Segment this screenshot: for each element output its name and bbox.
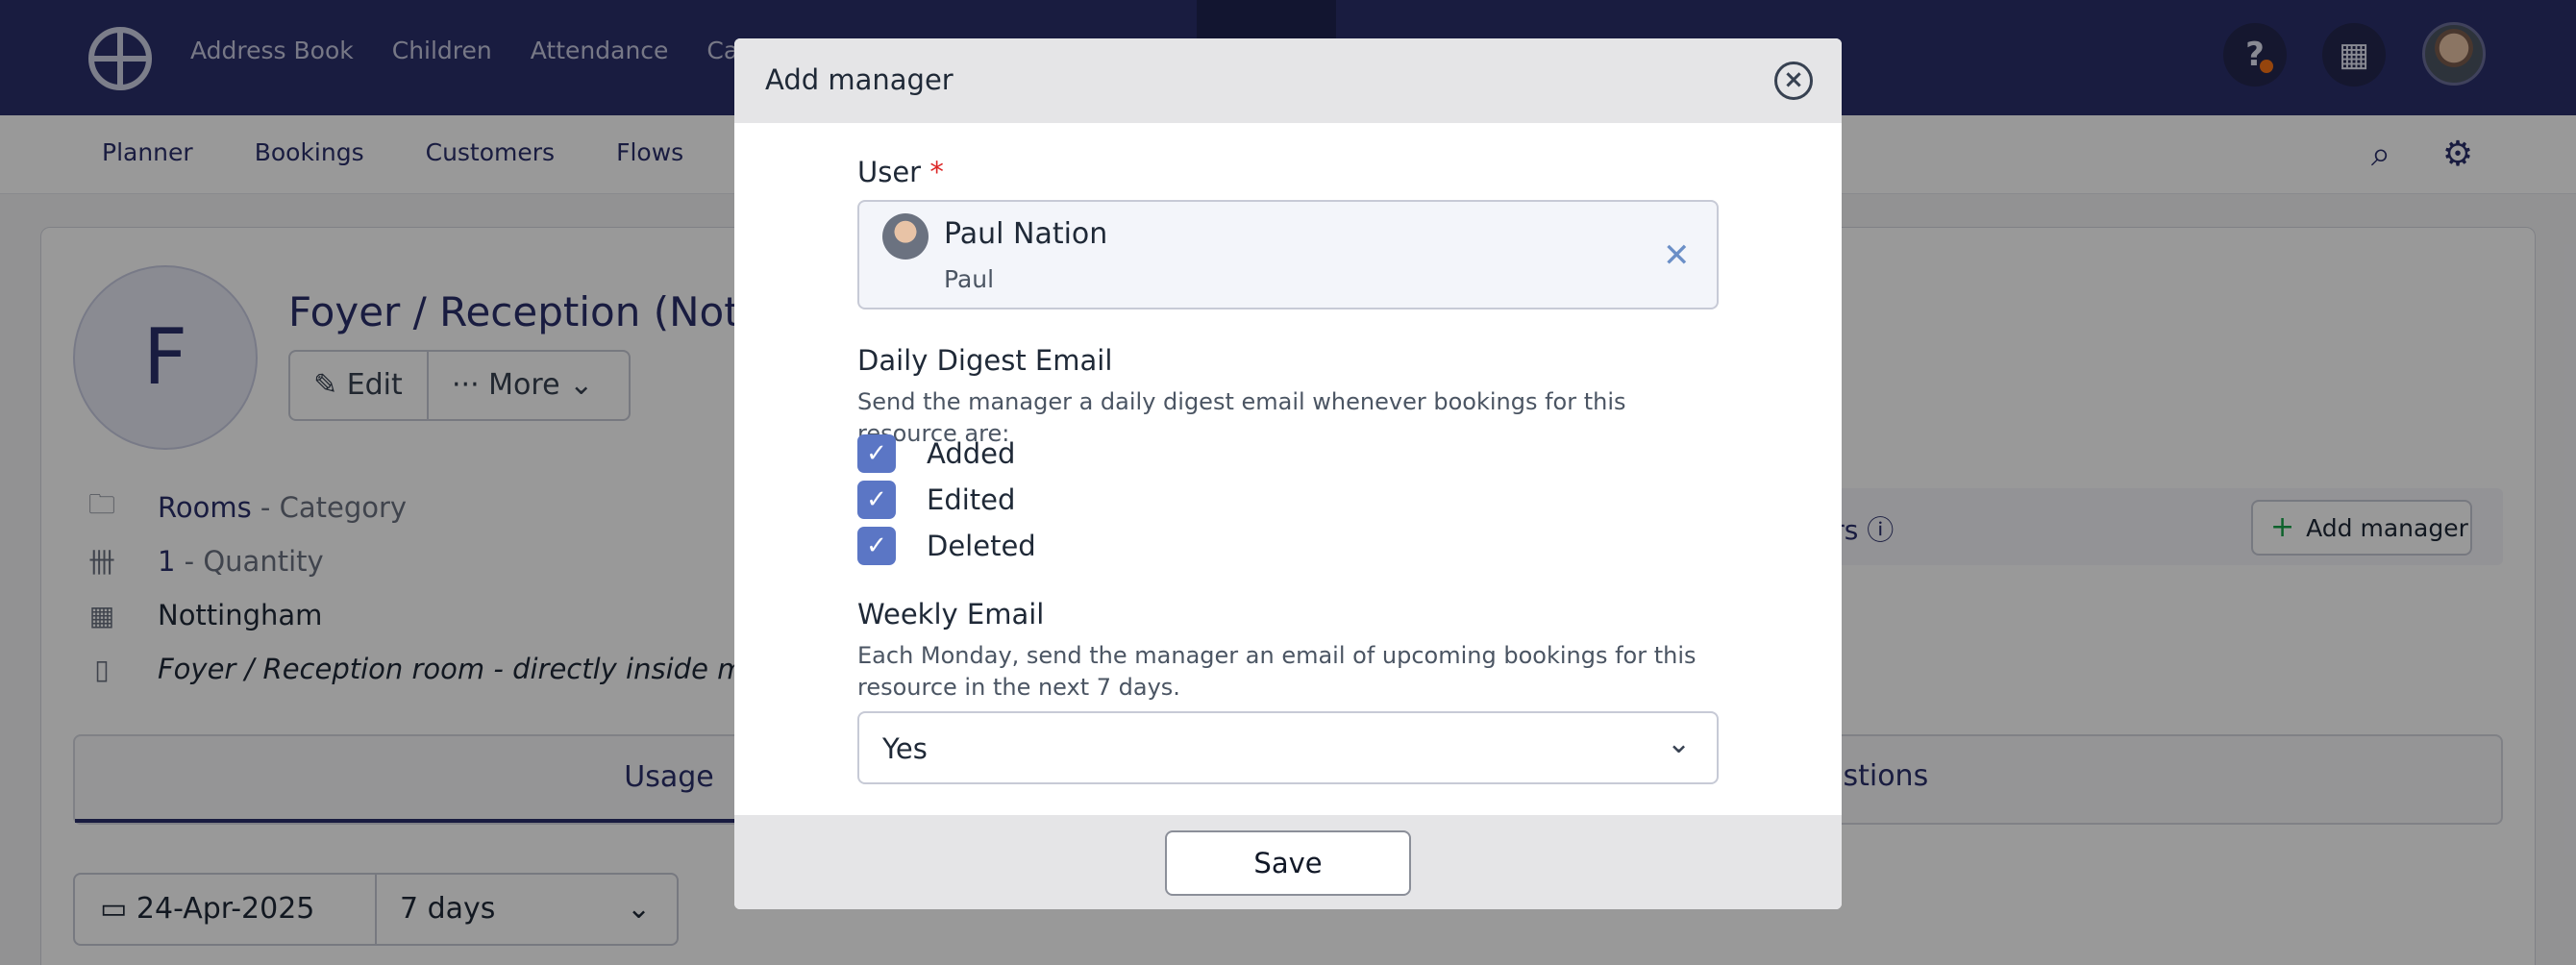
clear-icon[interactable]: ✕ [1663,236,1691,275]
weekly-email-select[interactable]: Yes ⌄ [857,711,1719,784]
modal-header: Add manager × [734,38,1842,123]
required-marker: * [929,156,944,188]
user-avatar [882,213,929,260]
close-icon[interactable]: × [1774,62,1813,100]
checkbox-edited-row: ✓ Edited [857,481,1015,519]
checkbox-deleted[interactable]: ✓ [857,527,896,565]
user-select[interactable]: Paul Nation Paul ✕ [857,200,1719,309]
checkbox-added[interactable]: ✓ [857,434,896,473]
weekly-label: Weekly Email [857,598,1045,631]
checkbox-added-label: Added [927,437,1016,470]
modal-title: Add manager [765,63,954,96]
digest-label: Daily Digest Email [857,344,1113,377]
chevron-down-icon: ⌄ [1667,727,1692,760]
user-label: User * [857,156,944,188]
checkbox-edited-label: Edited [927,483,1016,516]
user-sub: Paul [944,265,995,293]
checkbox-added-row: ✓ Added [857,434,1015,473]
user-name: Paul Nation [944,217,1108,251]
checkbox-edited[interactable]: ✓ [857,481,896,519]
checkbox-deleted-row: ✓ Deleted [857,527,1036,565]
weekly-email-value: Yes [882,732,928,765]
weekly-help: Each Monday, send the manager an email o… [857,642,1697,701]
save-button[interactable]: Save [1165,830,1411,896]
checkbox-deleted-label: Deleted [927,530,1036,562]
add-manager-modal: Add manager × User * Paul Nation Paul ✕ … [734,38,1842,909]
